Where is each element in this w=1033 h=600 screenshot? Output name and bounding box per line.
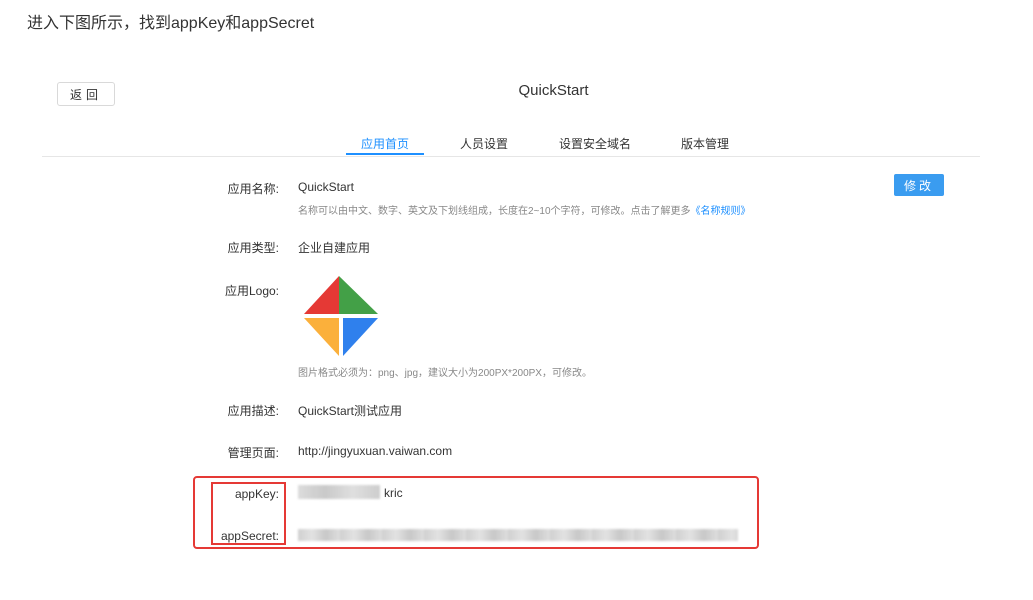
tab-divider <box>42 156 980 157</box>
tab-member-settings[interactable]: 人员设置 <box>460 135 508 152</box>
app-logo-image[interactable] <box>298 274 380 358</box>
app-type-value: 企业自建应用 <box>298 241 371 255</box>
appsecret-redacted-value <box>298 529 738 541</box>
app-type-label: 应用类型: <box>227 241 279 255</box>
app-name-label: 应用名称: <box>227 182 279 196</box>
intro-text: 进入下图所示，找到appKey和appSecret <box>27 15 315 32</box>
page-title: QuickStart <box>518 82 589 99</box>
manage-page-label: 管理页面: <box>227 446 279 460</box>
app-desc-value: QuickStart测试应用 <box>298 404 403 418</box>
edit-button[interactable]: 修改 <box>894 174 944 196</box>
app-name-hint: 名称可以由中文、数字、英文及下划线组成，长度在2~10个字符，可修改。点击了解更… <box>298 202 751 217</box>
appkey-label: appKey: <box>234 487 279 501</box>
tab-security-domain[interactable]: 设置安全域名 <box>559 135 631 152</box>
tab-app-home[interactable]: 应用首页 <box>361 135 409 152</box>
tab-version-management[interactable]: 版本管理 <box>681 135 729 152</box>
app-desc-label: 应用描述: <box>227 404 279 418</box>
logo-hint: 图片格式必须为：png、jpg，建议大小为200PX*200PX，可修改。 <box>298 368 592 379</box>
manage-page-value[interactable]: http://jingyuxuan.vaiwan.com <box>298 444 452 458</box>
app-name-value: QuickStart <box>298 180 355 194</box>
appkey-visible-tail: kric <box>384 486 403 500</box>
active-tab-indicator <box>346 153 424 155</box>
app-name-hint-text: 名称可以由中文、数字、英文及下划线组成，长度在2~10个字符，可修改。点击了解更… <box>298 206 691 217</box>
name-rules-link[interactable]: 《名称规则》 <box>691 206 751 217</box>
app-logo-label: 应用Logo: <box>224 284 279 298</box>
appkey-redacted-value <box>298 485 380 499</box>
tab-bar: 应用首页 人员设置 设置安全域名 版本管理 <box>0 132 1033 156</box>
appsecret-label: appSecret: <box>220 529 279 543</box>
